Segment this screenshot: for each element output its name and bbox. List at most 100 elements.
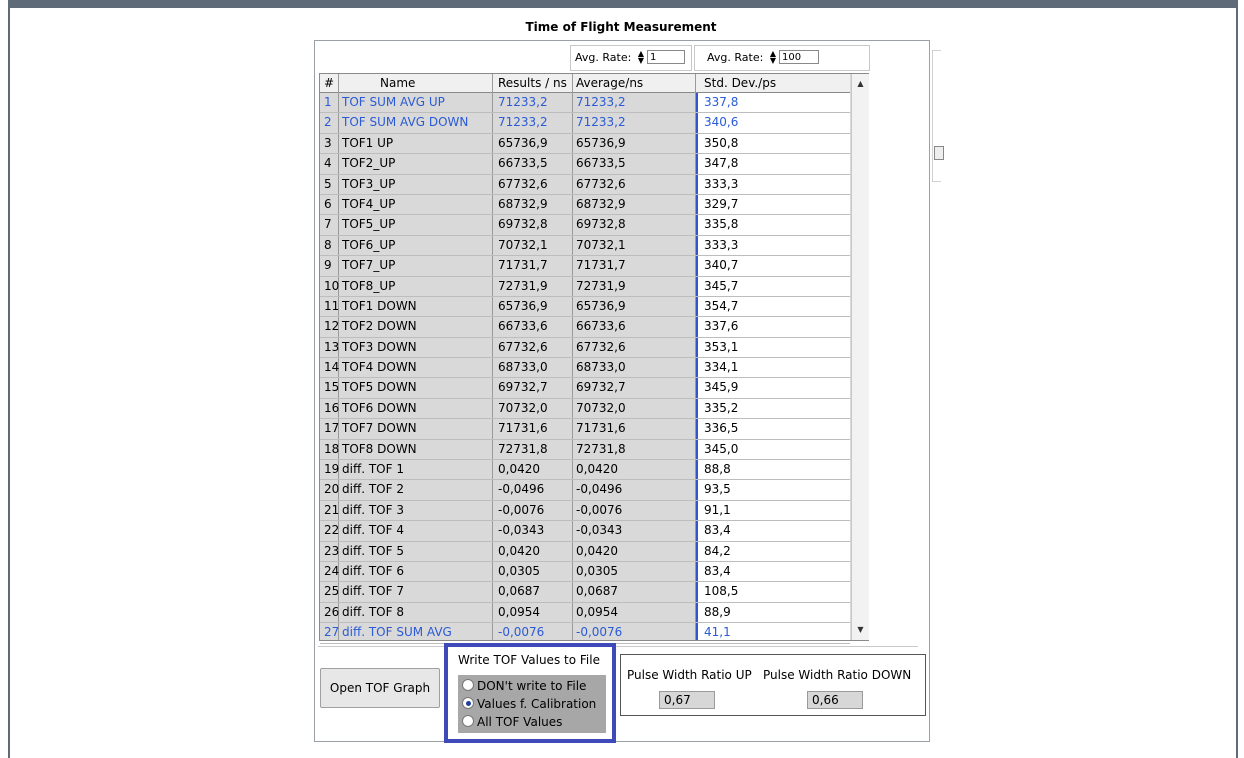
header-name: Name (380, 76, 416, 90)
table-body: 1 TOF SUM AVG UP 71233,2 71233,2 337,8 2 TOF S… (320, 93, 850, 644)
table-row[interactable]: 22 diff. TOF 4 -0,0343 -0,0343 83,4 (320, 521, 850, 542)
table-row[interactable]: 6 TOF4_UP 68732,9 68732,9 329,7 (320, 195, 850, 216)
row-average: 71233,2 (576, 95, 626, 109)
row-std-dev: 337,6 (704, 319, 739, 334)
table-row[interactable]: 16 TOF6 DOWN 70732,0 70732,0 335,2 (320, 399, 850, 420)
row-index: 3 (324, 135, 332, 150)
row-name: diff. TOF SUM AVG (342, 625, 452, 640)
avg-rate-input[interactable]: 100 (779, 50, 819, 64)
row-result: -0,0076 (498, 625, 545, 640)
row-average: 0,0420 (576, 543, 618, 558)
row-index: 11 (324, 298, 340, 313)
avg-rate-average-control: Avg. Rate: ▲ ▼ 100 (694, 45, 870, 71)
header-results: Results / ns (498, 76, 567, 90)
window-frame-left (8, 0, 10, 758)
row-average: 0,0420 (576, 462, 618, 477)
radio-all-tof-values[interactable]: All TOF Values (462, 715, 562, 733)
table-row[interactable]: 14 TOF4 DOWN 68733,0 68733,0 334,1 (320, 358, 850, 379)
table-row[interactable]: 26 diff. TOF 8 0,0954 0,0954 88,9 (320, 603, 850, 624)
row-std-dev: 350,8 (704, 135, 739, 150)
row-result: 72731,9 (498, 278, 548, 293)
panel-title: Time of Flight Measurement (525, 20, 717, 34)
table-row[interactable]: 20 diff. TOF 2 -0,0496 -0,0496 93,5 (320, 480, 850, 501)
row-index: 26 (324, 604, 340, 619)
row-result: 67732,6 (498, 176, 548, 191)
row-index: 19 (324, 462, 340, 477)
row-index: 27 (324, 625, 340, 640)
row-name: TOF1 UP (342, 135, 394, 150)
row-std-dev: 353,1 (704, 339, 739, 354)
side-panel-control[interactable] (934, 146, 944, 160)
row-std-dev: 340,7 (704, 258, 739, 273)
table-row[interactable]: 4 TOF2_UP 66733,5 66733,5 347,8 (320, 154, 850, 175)
table-row[interactable]: 1 TOF SUM AVG UP 71233,2 71233,2 337,8 (320, 93, 850, 114)
pulse-width-down-value: 0,66 (807, 691, 863, 709)
row-result: 71731,6 (498, 421, 548, 436)
row-std-dev: 41,1 (704, 625, 731, 640)
row-average: 65736,9 (576, 135, 626, 150)
table-row[interactable]: 18 TOF8 DOWN 72731,8 72731,8 345,0 (320, 440, 850, 461)
scroll-up-arrow-icon[interactable]: ▲ (852, 76, 869, 92)
table-scrollbar[interactable]: ▲ ▼ (851, 74, 869, 640)
table-row[interactable]: 24 diff. TOF 6 0,0305 0,0305 83,4 (320, 562, 850, 583)
table-row[interactable]: 23 diff. TOF 5 0,0420 0,0420 84,2 (320, 542, 850, 562)
table-row[interactable]: 2 TOF SUM AVG DOWN 71233,2 71233,2 340,6 (320, 113, 850, 134)
row-result: 0,0305 (498, 563, 540, 578)
row-std-dev: 337,8 (704, 95, 739, 109)
table-row[interactable]: 5 TOF3_UP 67732,6 67732,6 333,3 (320, 175, 850, 195)
row-index: 23 (324, 543, 340, 558)
radio-circle-icon[interactable] (462, 679, 474, 691)
row-index: 7 (324, 217, 332, 232)
row-std-dev: 333,3 (704, 237, 739, 252)
table-row[interactable]: 25 diff. TOF 7 0,0687 0,0687 108,5 (320, 582, 850, 603)
row-average: -0,0343 (576, 523, 623, 538)
row-index: 8 (324, 237, 332, 252)
row-name: diff. TOF 3 (342, 502, 404, 517)
row-name: TOF2_UP (342, 156, 396, 171)
radio-circle-icon[interactable] (462, 715, 474, 727)
row-index: 14 (324, 360, 340, 375)
row-index: 6 (324, 196, 332, 211)
table-row[interactable]: 10 TOF8_UP 72731,9 72731,9 345,7 (320, 277, 850, 297)
table-row[interactable]: 17 TOF7 DOWN 71731,6 71731,6 336,5 (320, 419, 850, 440)
row-std-dev: 93,5 (704, 482, 731, 497)
table-row[interactable]: 12 TOF2 DOWN 66733,6 66733,6 337,6 (320, 317, 850, 338)
radio-selected-icon[interactable] (462, 697, 474, 709)
row-result: 71731,7 (498, 258, 548, 273)
table-row[interactable]: 13 TOF3 DOWN 67732,6 67732,6 353,1 (320, 338, 850, 359)
row-name: TOF4 DOWN (342, 360, 417, 375)
radio-dont-write[interactable]: DON't write to File (462, 679, 586, 697)
table-row[interactable]: 15 TOF5 DOWN 69732,7 69732,7 345,9 (320, 378, 850, 399)
row-name: TOF8_UP (342, 278, 396, 293)
row-average: 0,0687 (576, 584, 618, 599)
write-mode-radio-group: DON't write to File Values f. Calibratio… (458, 675, 606, 733)
table-row[interactable]: 21 diff. TOF 3 -0,0076 -0,0076 91,1 (320, 501, 850, 522)
row-std-dev: 345,9 (704, 380, 739, 395)
row-name: diff. TOF 7 (342, 584, 404, 599)
radio-values-calibration[interactable]: Values f. Calibration (462, 697, 596, 715)
table-row[interactable]: 27 diff. TOF SUM AVG -0,0076 -0,0076 41,1 (320, 623, 850, 644)
table-row[interactable]: 19 diff. TOF 1 0,0420 0,0420 88,8 (320, 460, 850, 481)
tof-results-table: # Name Results / ns Average/ns Std. Dev.… (319, 73, 869, 644)
table-row[interactable]: 3 TOF1 UP 65736,9 65736,9 350,8 (320, 134, 850, 155)
row-result: 69732,8 (498, 217, 548, 232)
spinner-arrows-icon[interactable]: ▲ ▼ (637, 50, 645, 65)
table-row[interactable]: 9 TOF7_UP 71731,7 71731,7 340,7 (320, 256, 850, 277)
scroll-down-arrow-icon[interactable]: ▼ (852, 622, 869, 638)
table-row[interactable]: 11 TOF1 DOWN 65736,9 65736,9 354,7 (320, 297, 850, 318)
avg-rate-input[interactable]: 1 (647, 50, 685, 64)
row-name: TOF2 DOWN (342, 319, 417, 334)
spinner-arrows-icon[interactable]: ▲ ▼ (769, 50, 777, 65)
open-tof-graph-button[interactable]: Open TOF Graph (320, 668, 440, 708)
row-average: 70732,1 (576, 237, 626, 252)
row-result: -0,0076 (498, 502, 545, 517)
row-index: 25 (324, 584, 340, 599)
table-row[interactable]: 7 TOF5_UP 69732,8 69732,8 335,8 (320, 215, 850, 236)
header-std-dev: Std. Dev./ps (704, 76, 777, 90)
row-average: 68733,0 (576, 360, 626, 375)
row-average: -0,0496 (576, 482, 623, 497)
row-index: 4 (324, 156, 332, 171)
write-tof-values-group: Write TOF Values to File DON't write to … (444, 643, 616, 743)
table-row[interactable]: 8 TOF6_UP 70732,1 70732,1 333,3 (320, 236, 850, 257)
row-name: TOF3_UP (342, 176, 396, 191)
